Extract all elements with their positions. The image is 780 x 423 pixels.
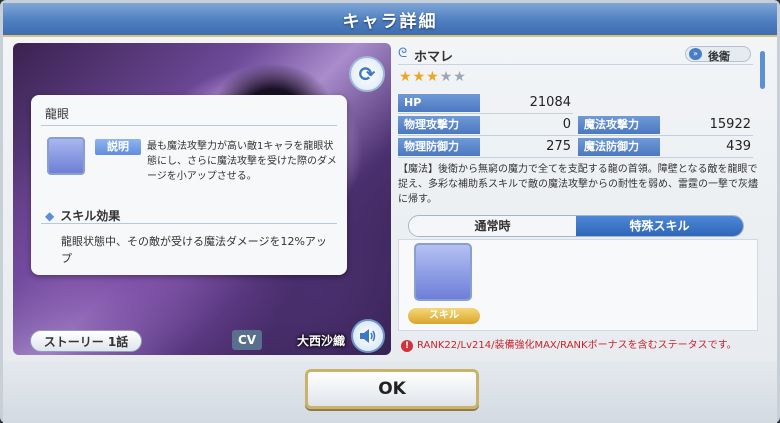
ok-button[interactable]: OK: [305, 369, 479, 409]
skill-tag: スキル: [408, 308, 480, 324]
voice-button[interactable]: [351, 319, 385, 353]
skill-dragon-eye-icon[interactable]: [414, 243, 472, 301]
mag-atk-label: 魔法攻撃力: [578, 116, 660, 134]
effect-heading: ◆ スキル効果: [45, 209, 121, 223]
phys-def-label: 物理防御力: [398, 138, 480, 156]
refresh-icon: ⟳: [358, 62, 376, 86]
skill-tabs: 通常時 特殊スキル: [408, 215, 744, 237]
phys-def-value: 275: [546, 139, 571, 154]
description-tag: 説明: [95, 139, 141, 155]
diamond-icon: ◆: [45, 209, 55, 223]
refresh-art-button[interactable]: ⟳: [349, 56, 385, 92]
divider: [41, 223, 337, 224]
dialog-frame: キャラ詳細 ⟳ ストーリー 1話 CV 大西沙織 龍眼 説明 最も魔法攻撃力が高…: [0, 0, 780, 423]
speaker-icon: [360, 329, 376, 343]
cv-label: CV: [232, 330, 262, 350]
divider: [41, 125, 337, 126]
title-bar: キャラ詳細: [3, 3, 777, 37]
effect-text: 龍眼状態中、その敵が受ける魔法ダメージを12%アップ: [61, 235, 327, 265]
star-empty-icon: ★: [453, 69, 466, 85]
status-warning: ! RANK22/Lv214/装備強化MAX/RANKボーナスを含むステータスです…: [401, 336, 737, 352]
story-button[interactable]: ストーリー 1話: [30, 330, 142, 352]
phys-atk-value: 0: [562, 117, 571, 132]
character-profile: 【魔法】後衛から無窮の魔力で全てを支配する龍の首領。障壁となる敵を龍眼で捉え、多…: [398, 164, 758, 205]
hp-label: HP: [398, 94, 480, 112]
leaf-icon: ᘓ: [398, 46, 408, 61]
divider: [398, 157, 753, 158]
divider: [398, 113, 573, 114]
tab-special-skill[interactable]: 特殊スキル: [576, 216, 743, 236]
mag-def-value: 439: [726, 139, 751, 154]
skill-popup: 龍眼 説明 最も魔法攻撃力が高い敵1キャラを龍眼状態にし、さらに魔法攻撃を受けた…: [31, 95, 347, 275]
position-badge: » 後衛: [685, 46, 751, 63]
star-filled-icon: ★: [412, 69, 426, 85]
tab-normal[interactable]: 通常時: [409, 216, 576, 236]
skill-description: 最も魔法攻撃力が高い敵1キャラを龍眼状態にし、さらに魔法攻撃を受けた際のダメージ…: [147, 141, 337, 182]
star-filled-icon: ★: [399, 69, 412, 85]
phys-atk-label: 物理攻撃力: [398, 116, 480, 134]
star-filled-icon: ★: [426, 69, 439, 85]
star-rating: ★ ★ ★ ★ ★: [399, 70, 466, 84]
dialog-title: キャラ詳細: [342, 11, 438, 32]
star-empty-icon: ★: [439, 69, 453, 85]
mag-def-label: 魔法防御力: [578, 138, 660, 156]
chevron-right-icon: »: [689, 48, 702, 60]
mag-atk-value: 15922: [709, 117, 751, 132]
popup-title: 龍眼: [45, 107, 70, 121]
character-name: ホマレ: [414, 50, 454, 65]
cv-name: 大西沙織: [296, 334, 345, 348]
position-label: 後衛: [708, 50, 730, 63]
skill-dragon-eye-icon: [47, 137, 85, 175]
warning-icon: !: [401, 340, 413, 352]
divider: [398, 135, 753, 136]
hp-value: 21084: [529, 95, 571, 110]
scrollbar[interactable]: [760, 51, 765, 89]
